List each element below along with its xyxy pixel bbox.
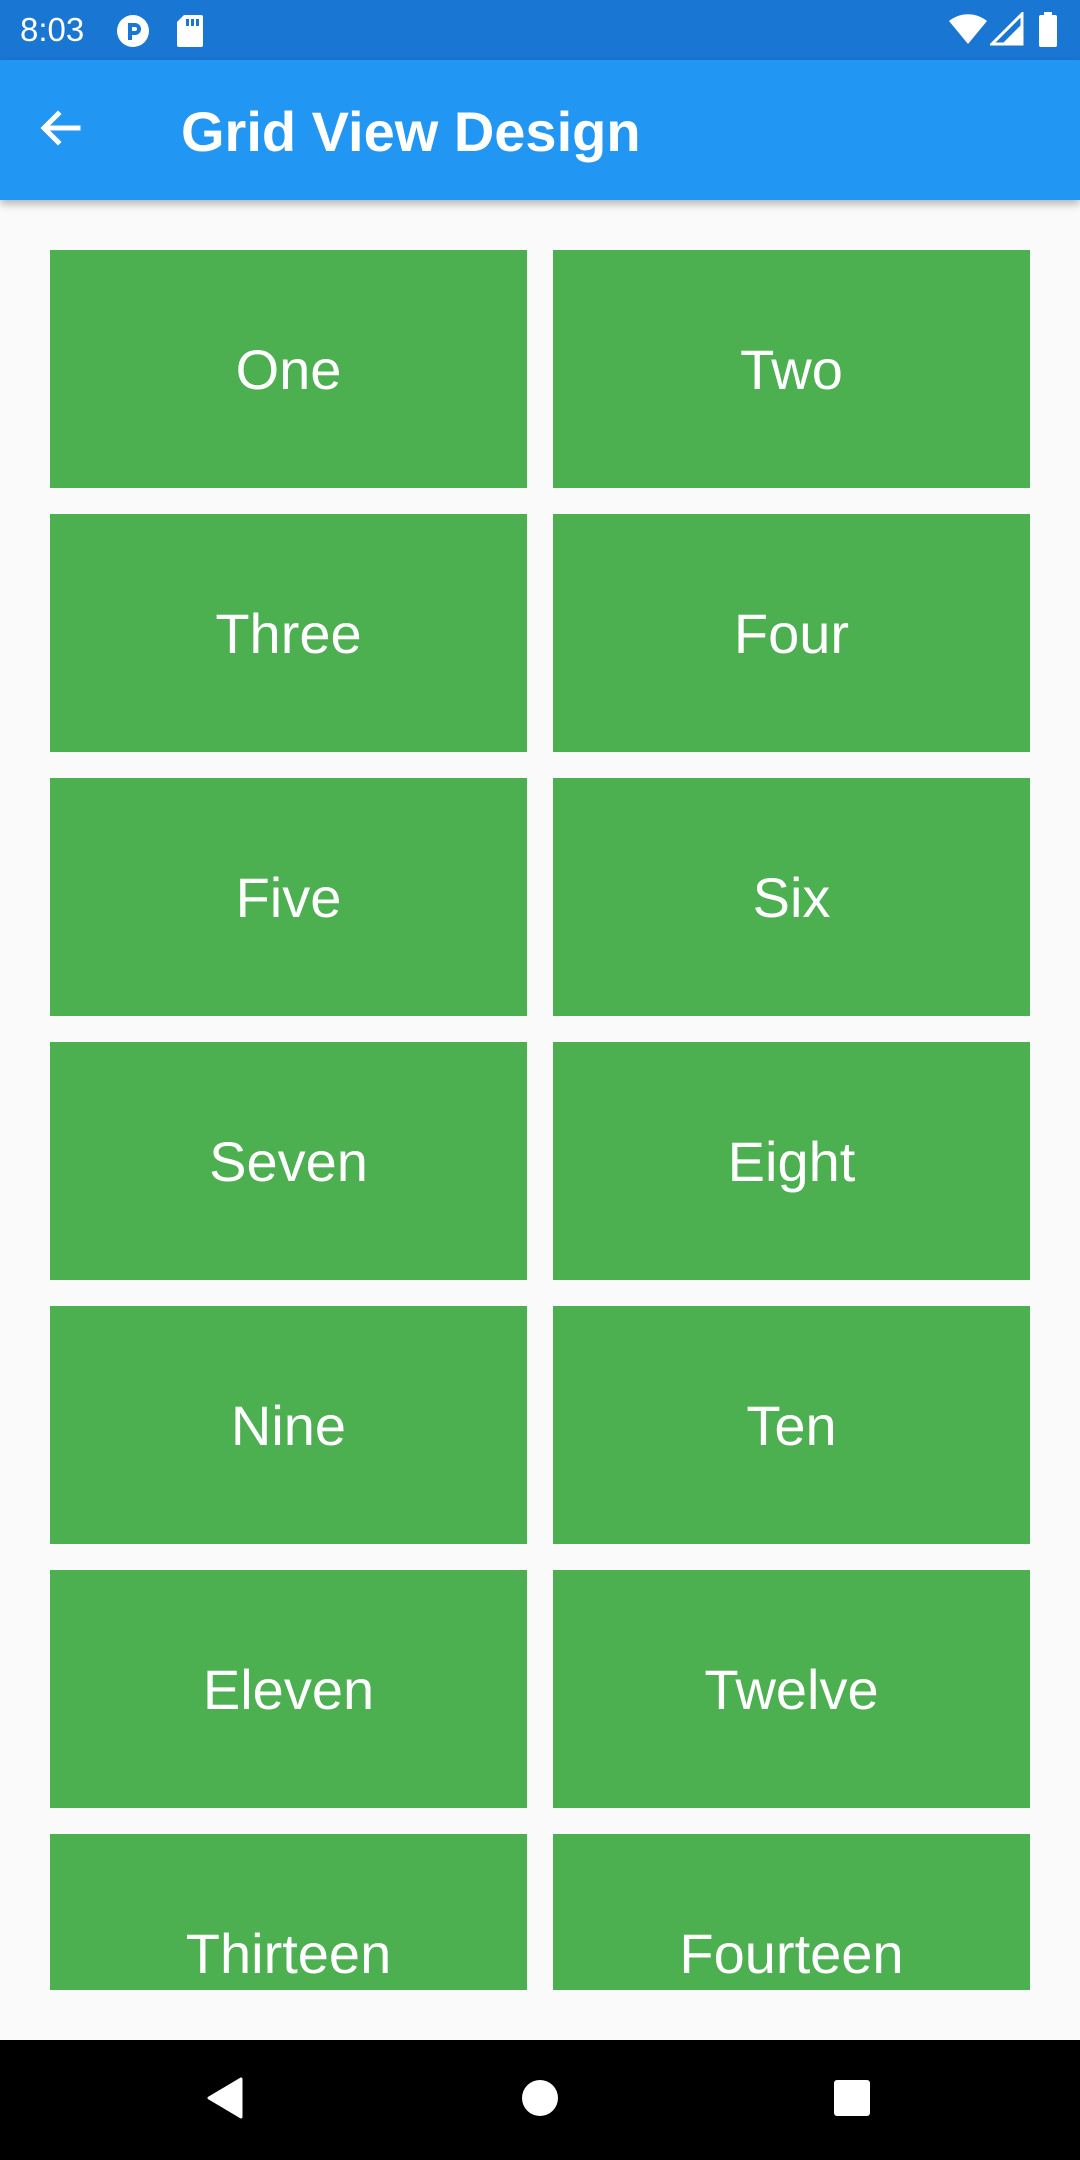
tile-label: Fourteen [679,1921,904,1985]
signal-icon [988,10,1024,51]
grid-tile[interactable]: Fourteen [553,1834,1030,1990]
tile-label: Five [235,865,342,929]
grid-tile[interactable]: Three [50,514,527,752]
tile-label: Ten [746,1393,837,1457]
battery-icon [1038,12,1058,53]
tile-label: Four [733,601,850,665]
tile-label: Seven [209,1129,368,1193]
wifi-icon [948,12,988,51]
home-circle-icon [520,2078,560,2123]
back-button[interactable] [20,90,100,170]
grid-view[interactable]: One Two Three Four Five Six Seven Eight … [0,200,1080,1990]
grid-tile[interactable]: Five [50,778,527,1016]
grid-tile[interactable]: Nine [50,1306,527,1544]
tile-label: Thirteen [185,1921,392,1985]
nav-recents-button[interactable] [812,2060,892,2140]
tile-label: Two [740,337,843,401]
tile-label: Eleven [202,1657,375,1721]
nav-home-button[interactable] [500,2060,580,2140]
app-bar: Grid View Design [0,60,1080,200]
tile-label: Nine [230,1393,347,1457]
grid-tile[interactable]: Eleven [50,1570,527,1808]
arrow-back-icon [38,106,82,155]
back-triangle-icon [205,2076,245,2125]
status-bar: 8:03 [0,0,1080,60]
nav-back-button[interactable] [185,2060,265,2140]
recents-square-icon [832,2078,872,2123]
tile-label: One [235,337,342,401]
tile-label: Eight [727,1129,856,1193]
grid-tile[interactable]: Thirteen [50,1834,527,1990]
grid-tile[interactable]: Eight [553,1042,1030,1280]
sync-icon [116,14,150,48]
page-title: Grid View Design [181,100,641,163]
sd-card-icon [176,14,210,48]
grid-tile[interactable]: Ten [553,1306,1030,1544]
tile-label: Twelve [704,1657,879,1721]
grid-tile[interactable]: One [50,250,527,488]
tile-label: Three [215,601,362,665]
tile-label: Six [752,865,831,929]
grid-tile[interactable]: Six [553,778,1030,1016]
grid-tile[interactable]: Two [553,250,1030,488]
grid-tile[interactable]: Twelve [553,1570,1030,1808]
navigation-bar [0,2040,1080,2160]
grid-tile[interactable]: Seven [50,1042,527,1280]
status-time: 8:03 [20,11,85,48]
grid: One Two Three Four Five Six Seven Eight … [50,250,1030,1990]
grid-tile[interactable]: Four [553,514,1030,752]
